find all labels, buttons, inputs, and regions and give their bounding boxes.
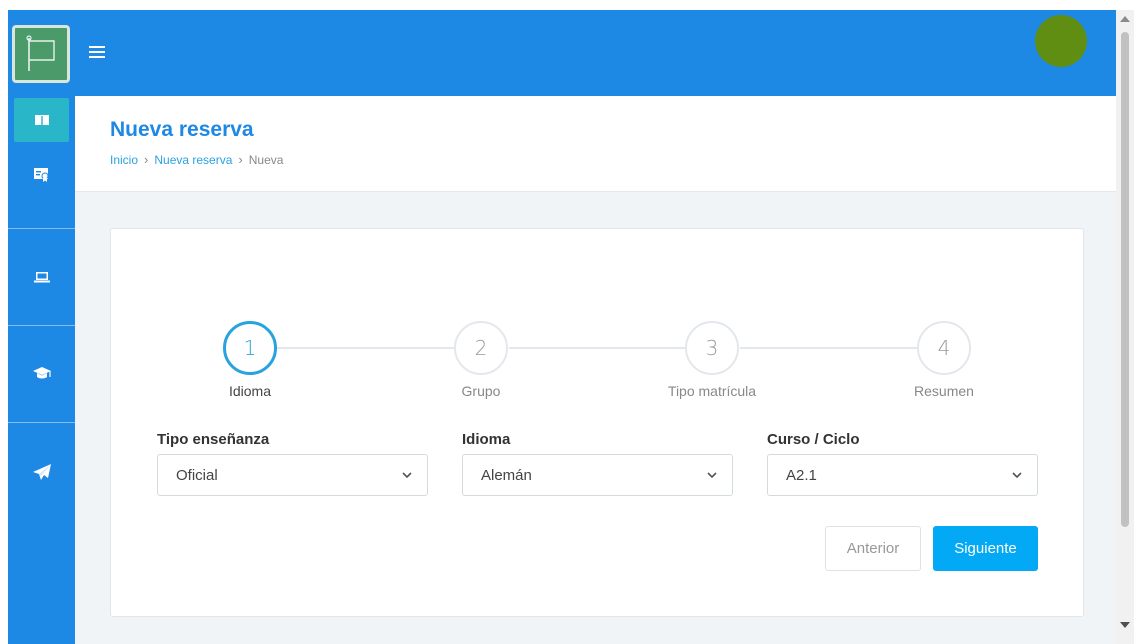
step-label: Idioma [228, 383, 272, 399]
sidebar-divider [8, 422, 75, 423]
flag-logo-icon [26, 35, 55, 71]
vertical-scrollbar[interactable] [1116, 10, 1134, 644]
sidebar-divider [8, 325, 75, 326]
tipo-ensenanza-select[interactable]: Oficial [157, 454, 428, 496]
avatar[interactable] [1035, 15, 1087, 67]
window-left-edge [0, 10, 8, 644]
book-icon [34, 115, 49, 125]
chevron-down-icon [402, 472, 412, 479]
idioma-field: Idioma Alemán [462, 431, 733, 496]
menu-toggle-icon[interactable] [89, 46, 105, 60]
tipo-ensenanza-label: Tipo enseñanza [157, 431, 270, 448]
breadcrumb-home[interactable]: Inicio [110, 153, 138, 167]
wizard-step-3[interactable]: 3 Tipo matrícula [652, 321, 772, 399]
curso-ciclo-select[interactable]: A2.1 [767, 454, 1038, 496]
chevron-right-icon: › [144, 152, 149, 167]
select-value: Alemán [481, 466, 532, 484]
step-label: Tipo matrícula [667, 383, 757, 399]
wizard-step-4[interactable]: 4 Resumen [884, 321, 1004, 399]
sidebar-item-computer[interactable] [14, 255, 69, 299]
select-value: A2.1 [786, 466, 817, 484]
breadcrumb-nueva-reserva[interactable]: Nueva reserva [154, 153, 232, 167]
anterior-button[interactable]: Anterior [825, 526, 921, 571]
laptop-icon [33, 272, 50, 283]
idioma-select[interactable]: Alemán [462, 454, 733, 496]
page-title: Nueva reserva [110, 118, 254, 141]
scroll-thumb[interactable] [1121, 32, 1129, 527]
scroll-up-arrow-icon[interactable] [1120, 16, 1130, 22]
graduation-cap-icon [32, 367, 51, 379]
step-label: Grupo [461, 383, 501, 399]
window-top-strip [0, 0, 1134, 10]
wizard-step-1[interactable]: 1 Idioma [190, 321, 310, 399]
sidebar-divider [8, 228, 75, 229]
siguiente-button[interactable]: Siguiente [933, 526, 1038, 571]
sidebar-item-books[interactable] [14, 98, 69, 142]
chevron-right-icon: › [238, 152, 243, 167]
breadcrumb-current: Nueva [248, 152, 284, 167]
page-header: Nueva reserva Inicio › Nueva reserva › N… [75, 96, 1116, 192]
curso-ciclo-field: Curso / Ciclo A2.1 [767, 431, 1038, 496]
chevron-down-icon [1012, 472, 1022, 479]
scroll-down-arrow-icon[interactable] [1120, 622, 1130, 628]
reservation-wizard-card: 1 Idioma 2 Grupo 3 Tipo matrícula 4 Resu… [110, 228, 1084, 617]
breadcrumb: Inicio › Nueva reserva › Nueva [110, 152, 283, 167]
app-logo[interactable] [12, 25, 70, 83]
sidebar-item-courses[interactable] [14, 352, 69, 396]
step-number: 4 [917, 321, 971, 375]
chevron-down-icon [707, 472, 717, 479]
idioma-label: Idioma [462, 431, 511, 448]
step-number: 2 [454, 321, 508, 375]
select-value: Oficial [176, 466, 218, 484]
sidebar-item-messages[interactable] [14, 450, 69, 494]
sidebar [8, 10, 75, 644]
wizard-step-2[interactable]: 2 Grupo [421, 321, 541, 399]
step-number: 1 [223, 321, 277, 375]
paper-plane-icon [32, 464, 51, 480]
top-bar [75, 10, 1116, 96]
tipo-ensenanza-field: Tipo enseñanza Oficial [157, 431, 428, 496]
step-label: Resumen [914, 383, 974, 399]
sidebar-item-certificates[interactable] [14, 153, 69, 197]
certificate-icon [33, 168, 48, 182]
step-number: 3 [685, 321, 739, 375]
curso-ciclo-label: Curso / Ciclo [767, 431, 860, 448]
